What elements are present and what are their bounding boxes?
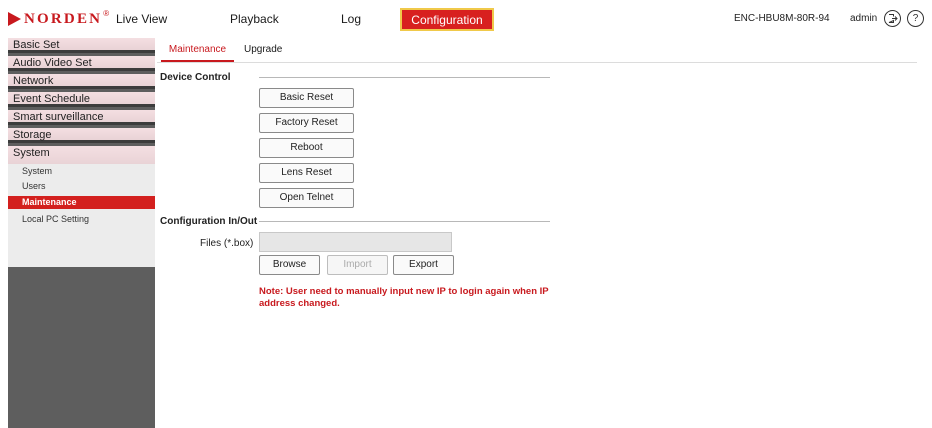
sidebar-item-basic-set[interactable]: Basic Set	[8, 38, 155, 53]
nav-live-view[interactable]: Live View	[116, 12, 167, 26]
open-telnet-button[interactable]: Open Telnet	[259, 188, 354, 208]
tab-divider	[157, 62, 917, 63]
user-name: admin	[850, 13, 878, 24]
top-bar: NORDEN ® Live View Playback Log Configur…	[0, 0, 932, 38]
sidebar-subitem-system[interactable]: System	[8, 164, 155, 179]
device-control-divider	[259, 77, 550, 78]
import-button[interactable]: Import	[327, 255, 388, 275]
logo-registered-mark: ®	[103, 8, 110, 18]
sidebar-system-submenu: System Users Maintenance Local PC Settin…	[8, 164, 155, 267]
nav-configuration[interactable]: Configuration	[400, 8, 494, 31]
sidebar-item-storage[interactable]: Storage	[8, 128, 155, 143]
sidebar-subitem-users[interactable]: Users	[8, 179, 155, 194]
device-control-title: Device Control	[160, 72, 231, 83]
factory-reset-button[interactable]: Factory Reset	[259, 113, 354, 133]
norden-logo: NORDEN ®	[8, 8, 109, 30]
logout-icon[interactable]	[884, 10, 901, 27]
tab-maintenance[interactable]: Maintenance	[161, 44, 234, 62]
basic-reset-button[interactable]: Basic Reset	[259, 88, 354, 108]
nav-playback[interactable]: Playback	[230, 12, 279, 26]
logo-arrow-icon	[8, 12, 21, 26]
help-icon[interactable]: ?	[907, 10, 924, 27]
nav-log[interactable]: Log	[341, 12, 361, 26]
files-input[interactable]	[259, 232, 452, 252]
files-label: Files (*.box)	[200, 238, 254, 249]
sidebar-subitem-maintenance[interactable]: Maintenance	[8, 196, 155, 209]
browse-button[interactable]: Browse	[259, 255, 320, 275]
reboot-button[interactable]: Reboot	[259, 138, 354, 158]
sidebar-item-network[interactable]: Network	[8, 74, 155, 89]
sidebar-item-smart-surveillance[interactable]: Smart surveillance	[8, 110, 155, 125]
sidebar-item-event-schedule[interactable]: Event Schedule	[8, 92, 155, 107]
sidebar-subitem-local-pc-setting[interactable]: Local PC Setting	[8, 212, 155, 227]
config-io-title: Configuration In/Out	[160, 216, 258, 227]
tab-upgrade[interactable]: Upgrade	[244, 44, 282, 55]
device-name: ENC-HBU8M-80R-94	[734, 13, 830, 24]
logo-text: NORDEN	[24, 10, 103, 27]
sidebar: Basic Set Audio Video Set Network Event …	[8, 38, 155, 428]
sidebar-item-audio-video-set[interactable]: Audio Video Set	[8, 56, 155, 71]
export-button[interactable]: Export	[393, 255, 454, 275]
config-io-divider	[259, 221, 550, 222]
sidebar-item-system[interactable]: System	[8, 146, 155, 164]
ip-change-note: Note: User need to manually input new IP…	[259, 286, 549, 309]
lens-reset-button[interactable]: Lens Reset	[259, 163, 354, 183]
